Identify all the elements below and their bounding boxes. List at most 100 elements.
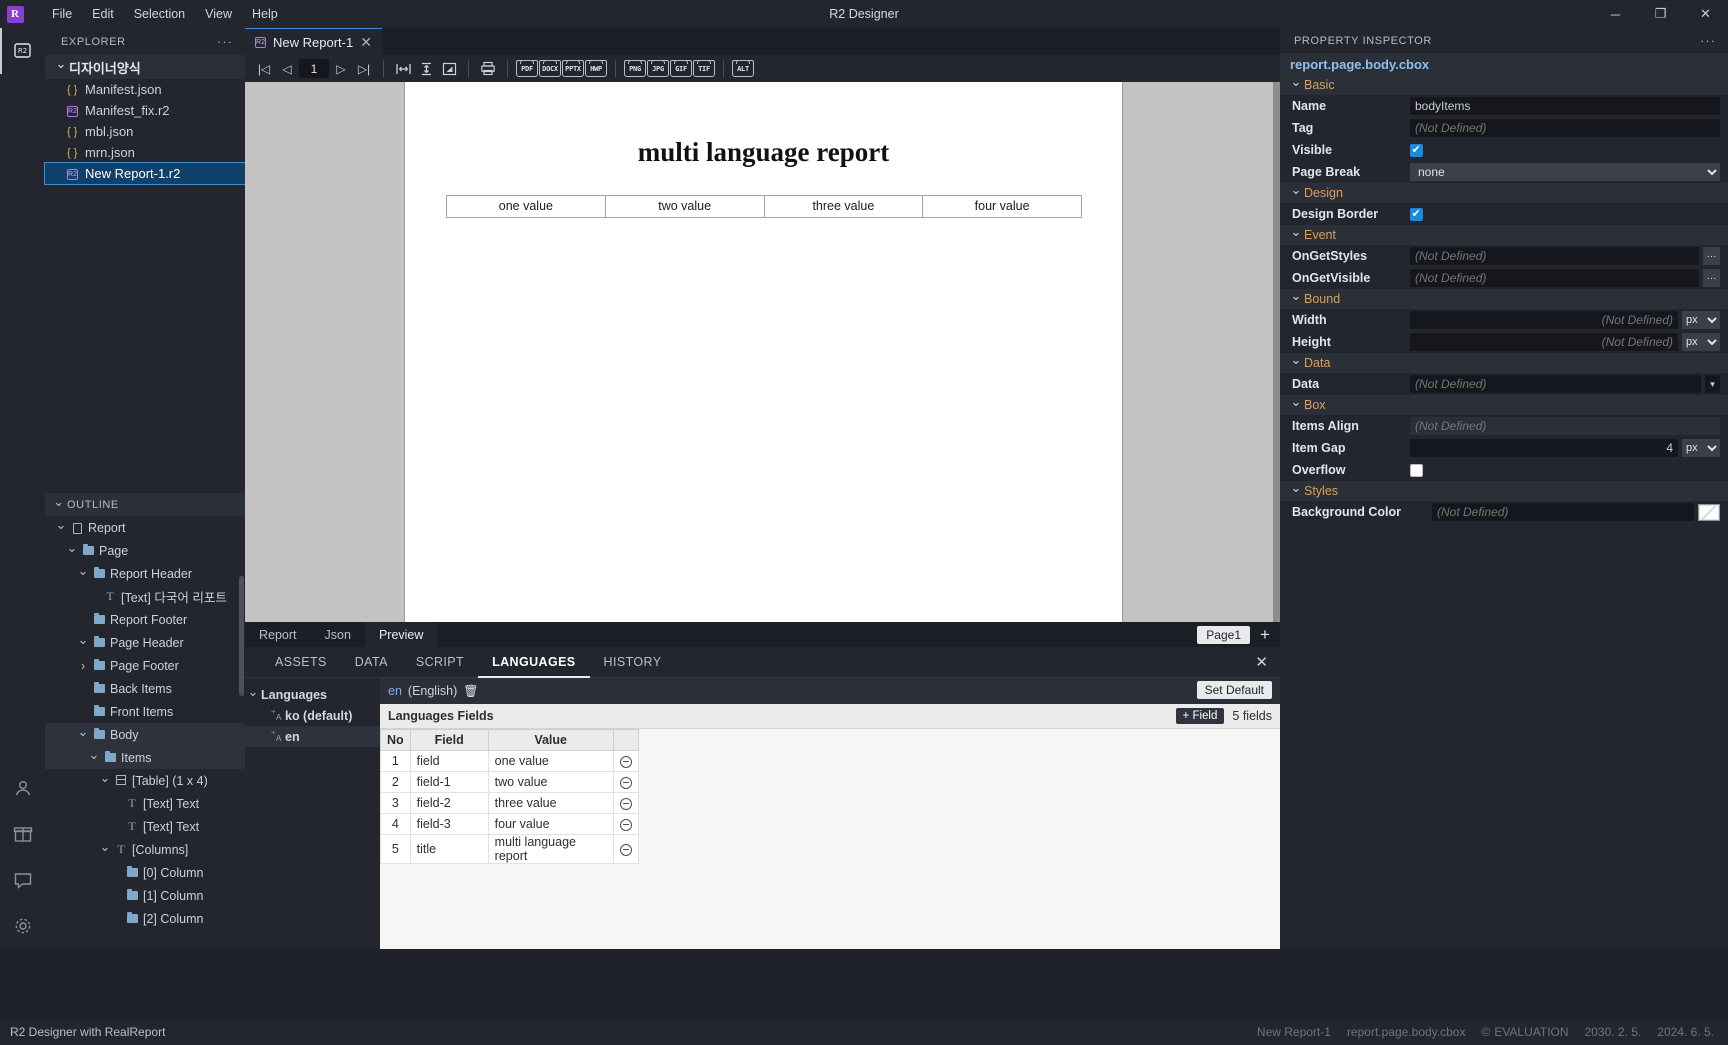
maximize-button[interactable]: ❐ xyxy=(1638,0,1683,28)
explorer-file-item[interactable]: { } mbl.json xyxy=(45,121,245,142)
delete-row-button[interactable] xyxy=(612,750,639,772)
group-styles[interactable]: Styles xyxy=(1280,481,1728,501)
outline-node[interactable]: Back Items xyxy=(45,677,245,700)
chevron-down-icon[interactable] xyxy=(75,635,91,651)
item-gap-input[interactable] xyxy=(1410,439,1678,457)
export-docx-button[interactable]: DOCX xyxy=(539,58,561,80)
language-item-en[interactable]: ⁺A en xyxy=(245,726,380,747)
name-input[interactable] xyxy=(1410,97,1720,115)
delete-row-button[interactable] xyxy=(612,792,639,814)
cell-value[interactable]: two value xyxy=(487,771,614,793)
add-page-button[interactable]: + xyxy=(1256,625,1274,645)
table-row[interactable]: 2 field-1 two value xyxy=(380,771,639,793)
design-canvas[interactable]: multi language report one value two valu… xyxy=(245,82,1280,646)
report-title-text[interactable]: multi language report xyxy=(405,137,1122,168)
chevron-down-icon[interactable] xyxy=(64,543,80,559)
export-alt-button[interactable]: ALT xyxy=(732,58,754,80)
cell-field[interactable]: field-3 xyxy=(409,813,489,835)
fit-page-button[interactable] xyxy=(438,58,460,80)
table-row[interactable]: 1 field one value xyxy=(380,750,639,772)
report-table[interactable]: one value two value three value four val… xyxy=(446,195,1082,218)
outline-node[interactable]: Page Footer xyxy=(45,654,245,677)
outline-node[interactable]: Report Footer xyxy=(45,608,245,631)
explorer-file-item[interactable]: { } mrn.json xyxy=(45,142,245,163)
prev-page-button[interactable]: ◁ xyxy=(276,58,298,80)
width-input[interactable] xyxy=(1410,311,1678,329)
tab-languages[interactable]: LANGUAGES xyxy=(478,647,589,678)
add-field-button[interactable]: + Field xyxy=(1175,708,1225,724)
outline-node[interactable]: Page Header xyxy=(45,631,245,654)
print-button[interactable] xyxy=(477,58,499,80)
on-get-visible-input[interactable] xyxy=(1410,269,1699,287)
fit-width-button[interactable] xyxy=(392,58,414,80)
outline-node[interactable]: Report Header xyxy=(45,562,245,585)
design-border-checkbox[interactable] xyxy=(1410,207,1423,221)
set-default-button[interactable]: Set Default xyxy=(1196,681,1272,699)
overflow-checkbox[interactable] xyxy=(1410,463,1423,477)
report-table-cell[interactable]: one value xyxy=(447,196,606,217)
dock-tab-report[interactable]: Report xyxy=(245,622,311,647)
outline-node[interactable]: T [Text] Text xyxy=(45,792,245,815)
trash-icon[interactable]: 🗑 xyxy=(463,684,478,698)
cell-field[interactable]: title xyxy=(409,834,489,864)
group-bound[interactable]: Bound xyxy=(1280,289,1728,309)
chevron-down-icon[interactable]: ▾ xyxy=(1705,375,1720,393)
page-break-select[interactable]: none xyxy=(1410,163,1720,181)
delete-row-button[interactable] xyxy=(612,834,639,864)
cell-value[interactable]: one value xyxy=(487,750,614,772)
menu-selection[interactable]: Selection xyxy=(124,0,195,28)
outline-node[interactable]: Page xyxy=(45,539,245,562)
gift-icon[interactable] xyxy=(0,811,45,857)
explorer-file-item[interactable]: R2 Manifest_fix.r2 xyxy=(45,100,245,121)
outline-node[interactable]: [2] Column xyxy=(45,907,245,930)
menu-file[interactable]: File xyxy=(42,0,82,28)
data-input[interactable] xyxy=(1410,375,1701,393)
tab-script[interactable]: SCRIPT xyxy=(402,647,478,678)
export-pdf-button[interactable]: PDF xyxy=(516,58,538,80)
report-table-cell[interactable]: four value xyxy=(923,196,1081,217)
minimize-button[interactable]: ─ xyxy=(1593,0,1638,28)
report-table-cell[interactable]: two value xyxy=(605,196,765,217)
on-get-visible-more-button[interactable]: ··· xyxy=(1703,269,1720,287)
delete-row-button[interactable] xyxy=(612,813,639,835)
next-page-button[interactable]: ▷ xyxy=(330,58,352,80)
close-icon[interactable]: ✕ xyxy=(360,35,372,49)
outline-node[interactable]: [Table] (1 x 4) xyxy=(45,769,245,792)
languages-tree-root[interactable]: Languages xyxy=(245,684,380,705)
close-icon[interactable]: ✕ xyxy=(1255,655,1268,670)
export-jpg-button[interactable]: JPG xyxy=(647,58,669,80)
height-input[interactable] xyxy=(1410,333,1678,351)
outline-node[interactable]: T [Columns] xyxy=(45,838,245,861)
chevron-down-icon[interactable] xyxy=(53,520,69,536)
export-pptx-button[interactable]: PPTX xyxy=(562,58,584,80)
outline-node[interactable]: T [Text] 다국어 리포트 xyxy=(45,585,245,608)
outline-node[interactable]: [1] Column xyxy=(45,884,245,907)
cell-value[interactable]: multi language report xyxy=(487,834,614,864)
page-chip[interactable]: Page1 xyxy=(1197,625,1250,644)
outline-node[interactable]: Report xyxy=(45,516,245,539)
menu-edit[interactable]: Edit xyxy=(82,0,124,28)
tab-data[interactable]: DATA xyxy=(341,647,402,678)
menu-help[interactable]: Help xyxy=(242,0,288,28)
close-button[interactable]: ✕ xyxy=(1683,0,1728,28)
group-data[interactable]: Data xyxy=(1280,353,1728,373)
outline-header[interactable]: OUTLINE xyxy=(45,493,245,516)
menu-view[interactable]: View xyxy=(195,0,242,28)
cell-field[interactable]: field xyxy=(409,750,489,772)
group-event[interactable]: Event xyxy=(1280,225,1728,245)
language-item-ko[interactable]: ⁺A ko (default) xyxy=(245,705,380,726)
background-color-input[interactable] xyxy=(1432,503,1694,521)
fit-height-button[interactable] xyxy=(415,58,437,80)
chevron-right-icon[interactable] xyxy=(75,658,91,673)
inspector-more-icon[interactable]: ··· xyxy=(1700,33,1716,48)
group-box[interactable]: Box xyxy=(1280,395,1728,415)
tab-assets[interactable]: ASSETS xyxy=(261,647,341,678)
canvas-scrollbar-track[interactable] xyxy=(1273,82,1280,646)
export-hwp-button[interactable]: HWP xyxy=(585,58,607,80)
tab-history[interactable]: HISTORY xyxy=(590,647,676,678)
explorer-file-item[interactable]: { } Manifest.json xyxy=(45,79,245,100)
explorer-file-item[interactable]: R2 New Report-1.r2 xyxy=(44,162,246,185)
chevron-down-icon[interactable] xyxy=(97,842,113,858)
group-basic[interactable]: Basic xyxy=(1280,75,1728,95)
chevron-down-icon[interactable] xyxy=(97,773,113,789)
